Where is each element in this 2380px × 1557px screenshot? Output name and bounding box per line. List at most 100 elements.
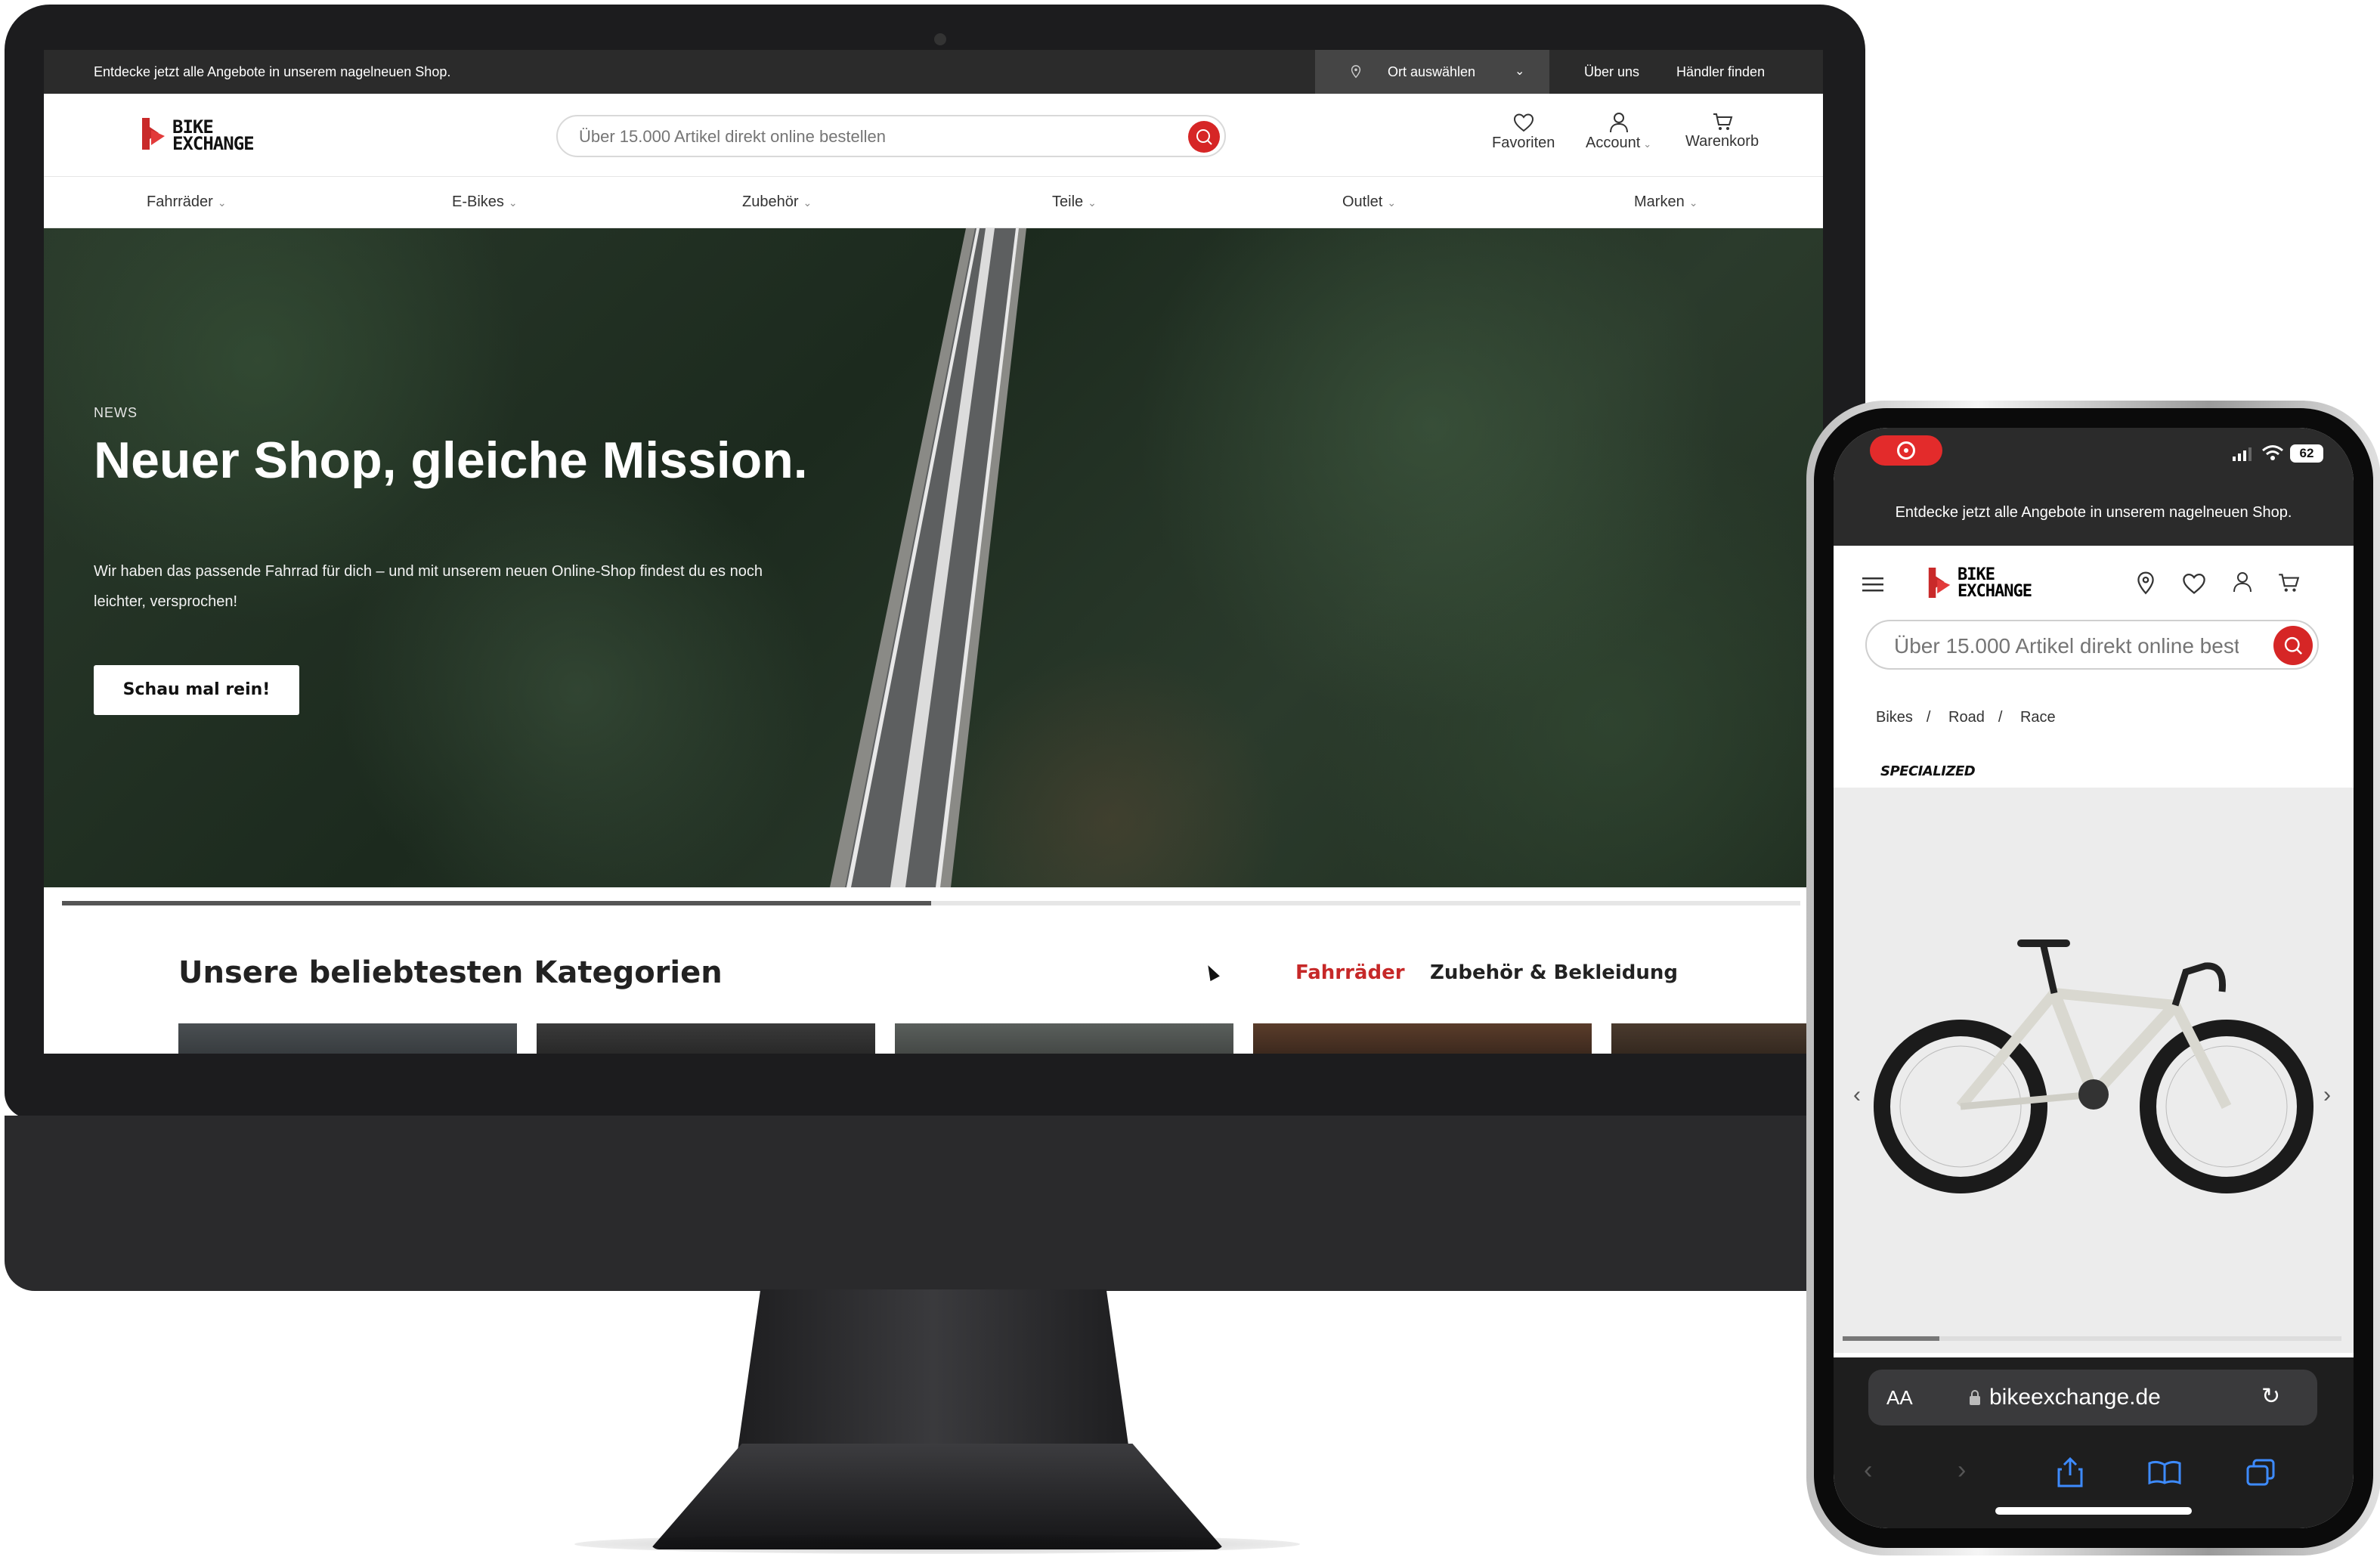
logo-text-line2: EXCHANGE: [172, 133, 255, 154]
category-card[interactable]: [537, 1023, 875, 1054]
user-icon[interactable]: [2231, 570, 2254, 594]
url-address: bikeexchange.de: [1989, 1385, 2161, 1410]
logo-mark-icon: [142, 118, 165, 150]
chevron-down-icon: ⌄: [1515, 65, 1525, 78]
safari-url-bar: AA bikeexchange.de ↻: [1834, 1357, 2354, 1436]
site-header: BIKE EXCHANGE Favoriten Account⌄ Warenko…: [44, 94, 1823, 177]
hero-cta-button[interactable]: Schau mal rein!: [94, 665, 299, 715]
mobile-search-bar[interactable]: [1865, 620, 2319, 670]
imac-stand: [737, 1289, 1130, 1456]
dealer-finder-link[interactable]: Händler finden: [1676, 64, 1765, 80]
mobile-search-button[interactable]: [2273, 626, 2313, 665]
hero-eyebrow: NEWS: [94, 405, 138, 420]
tab-zubehoer-bekleidung[interactable]: Zubehör & Bekleidung: [1430, 961, 1678, 984]
category-card[interactable]: [895, 1023, 1233, 1054]
safari-toolbar: ‹ ›: [1834, 1436, 2354, 1528]
bookmarks-icon[interactable]: [2148, 1460, 2181, 1484]
desktop-screen: Entdecke jetzt alle Angebote in unserem …: [44, 50, 1823, 1054]
mobile-search-input[interactable]: [1893, 633, 2240, 659]
chevron-down-icon: ⌄: [217, 197, 227, 209]
road-bike-image: [1874, 939, 2313, 1193]
hero-title: Neuer Shop, gleiche Mission.: [94, 432, 808, 489]
nav-item-teile[interactable]: Teile ⌄: [1052, 193, 1097, 211]
product-gallery[interactable]: [1834, 788, 2354, 1353]
slider-progress-fill: [62, 901, 931, 905]
nav-item-outlet[interactable]: Outlet ⌄: [1342, 193, 1396, 211]
mouse-cursor-icon: [1203, 962, 1220, 982]
nav-item-marken[interactable]: Marken ⌄: [1634, 193, 1698, 211]
breadcrumb-separator: /: [1998, 709, 2003, 726]
mobile-header: BIKE EXCHANGE: [1834, 546, 2354, 627]
wifi-icon: [2262, 445, 2283, 460]
breadcrumb-item[interactable]: Road: [1948, 709, 1985, 726]
location-pin-icon[interactable]: [2136, 571, 2156, 596]
chevron-down-icon: ⌄: [803, 197, 812, 209]
cart-button[interactable]: Warenkorb: [1685, 112, 1759, 150]
text-size-button[interactable]: AA: [1886, 1386, 1913, 1410]
bikeexchange-logo[interactable]: BIKE EXCHANGE: [1926, 565, 2054, 603]
hero-banner: NEWS Neuer Shop, gleiche Mission. Wir ha…: [44, 228, 1823, 887]
favorites-button[interactable]: Favoriten: [1492, 112, 1555, 152]
heart-icon: [1513, 113, 1534, 132]
nav-item-ebikes[interactable]: E-Bikes ⌄: [452, 193, 518, 211]
search-icon: [1196, 129, 1212, 145]
gallery-scroll-thumb: [1843, 1336, 1939, 1341]
reload-icon[interactable]: ↻: [2261, 1383, 2280, 1410]
back-icon[interactable]: ‹: [1864, 1456, 1872, 1485]
breadcrumb-item[interactable]: Bikes: [1876, 709, 1913, 726]
battery-indicator: 62: [2290, 444, 2323, 463]
nav-label: Outlet: [1342, 193, 1383, 210]
breadcrumb-item[interactable]: Race: [2020, 709, 2056, 726]
mobile-promo-bar: Entdecke jetzt alle Angebote in unserem …: [1834, 476, 2354, 546]
breadcrumb-separator: /: [1926, 709, 1931, 726]
breadcrumb: Bikes / Road / Race: [1876, 709, 2069, 726]
forward-icon[interactable]: ›: [1958, 1456, 1966, 1485]
heart-icon[interactable]: [2181, 571, 2207, 596]
nav-label: E-Bikes: [452, 193, 504, 210]
brand-logo[interactable]: SPECIALIZED: [1880, 763, 1976, 779]
category-card[interactable]: [1253, 1023, 1592, 1054]
screen-recording-indicator[interactable]: [1870, 435, 1942, 466]
chevron-down-icon: ⌄: [508, 197, 518, 209]
favorites-label: Favoriten: [1492, 135, 1555, 151]
location-selector[interactable]: Ort auswählen ⌄: [1315, 50, 1549, 94]
chevron-down-icon: ⌄: [1088, 197, 1097, 209]
category-card[interactable]: [178, 1023, 517, 1054]
hero-text: Wir haben das passende Fahrrad für dich …: [94, 563, 763, 610]
search-input[interactable]: [577, 126, 1152, 147]
account-button[interactable]: Account ⌄: [1586, 112, 1651, 152]
location-pin-icon: [1351, 65, 1361, 79]
camera: [934, 33, 946, 45]
chevron-down-icon: ⌄: [1688, 197, 1698, 209]
slider-progress[interactable]: [62, 901, 1800, 905]
search-button[interactable]: [1188, 121, 1220, 153]
cart-icon: [1713, 113, 1732, 130]
logo-text-line2: EXCHANGE: [1958, 582, 2032, 601]
bikeexchange-logo[interactable]: BIKE EXCHANGE: [139, 116, 260, 154]
category-card[interactable]: [1611, 1023, 1808, 1054]
hamburger-menu-icon[interactable]: [1862, 576, 1883, 593]
tabs-icon[interactable]: [2246, 1459, 2275, 1486]
nav-item-zubehoer[interactable]: Zubehör ⌄: [742, 193, 812, 211]
tab-fahrraeder[interactable]: Fahrräder: [1295, 961, 1405, 984]
search-bar[interactable]: [556, 115, 1226, 157]
promo-message: Entdecke jetzt alle Angebote in unserem …: [94, 64, 451, 79]
about-link[interactable]: Über uns: [1584, 64, 1639, 80]
home-indicator[interactable]: [1995, 1507, 2192, 1515]
gallery-scroll-indicator: [1843, 1336, 2341, 1341]
share-icon[interactable]: [2057, 1457, 2083, 1487]
chevron-right-icon[interactable]: ›: [2323, 1082, 2331, 1108]
main-nav: Fahrräder ⌄ E-Bikes ⌄ Zubehör ⌄ Teile ⌄ Outl…: [44, 177, 1823, 228]
logo-mark-icon: [1928, 568, 1951, 598]
nav-item-fahrraeder[interactable]: Fahrräder ⌄: [147, 193, 227, 211]
cart-icon[interactable]: [2276, 571, 2301, 594]
imac-stand-foot: [650, 1444, 1224, 1549]
address-field[interactable]: AA bikeexchange.de ↻: [1868, 1370, 2317, 1425]
nav-label: Zubehör: [742, 193, 799, 210]
chevron-down-icon: ⌄: [1643, 138, 1652, 150]
chevron-down-icon: ⌄: [1387, 197, 1397, 209]
user-icon: [1609, 113, 1628, 133]
chevron-left-icon[interactable]: ‹: [1853, 1082, 1861, 1108]
search-icon: [2284, 636, 2303, 655]
location-label: Ort auswählen: [1388, 64, 1476, 79]
